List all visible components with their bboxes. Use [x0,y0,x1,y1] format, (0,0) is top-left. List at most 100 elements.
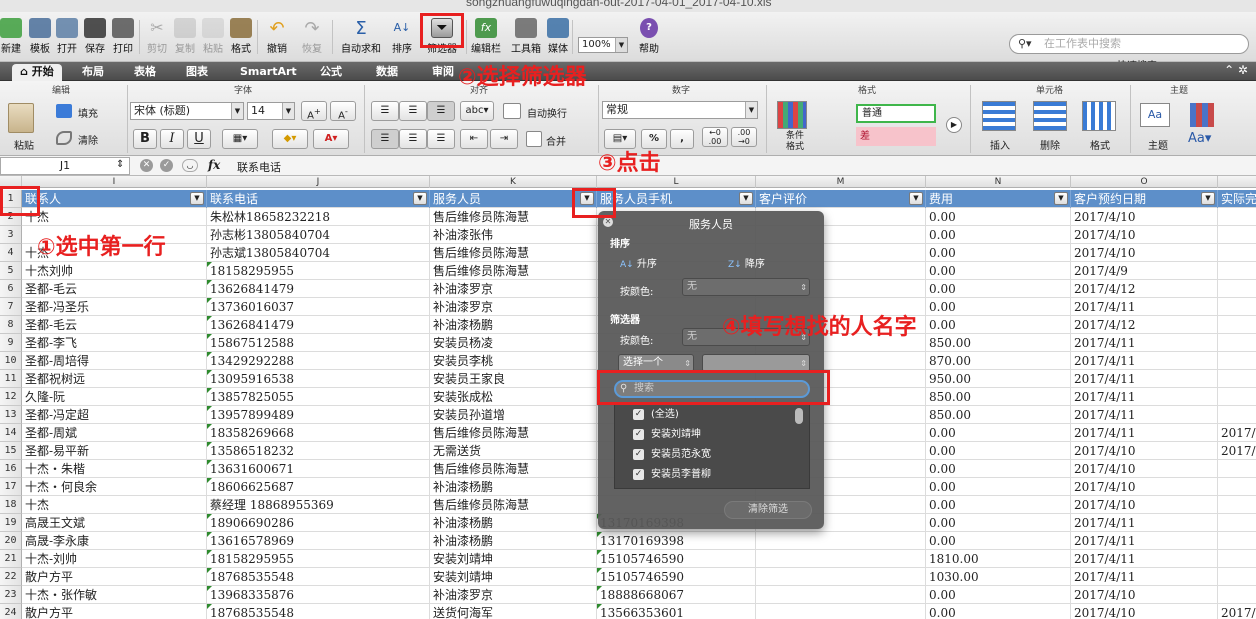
table-cell[interactable]: 2017/4/11 [1071,550,1218,568]
table-cell[interactable]: 2017/4/11 [1071,370,1218,388]
tab-home[interactable]: ⌂ 开始 [12,64,62,81]
select-all-corner[interactable] [0,176,22,188]
style-bad-swatch[interactable]: 差 [856,127,936,146]
table-cell[interactable]: 2017/ [1218,604,1256,619]
table-cell[interactable]: 2017/4/11 [1071,424,1218,442]
table-cell[interactable]: 0.00 [926,316,1071,334]
table-cell[interactable]: 送货何海军 [430,604,597,619]
table-cell[interactable]: 十杰 [22,208,207,226]
row-header[interactable]: 18 [0,496,22,514]
conditional-label[interactable]: 条件格式 [786,131,808,153]
table-cell[interactable]: 补油漆杨鹏 [430,532,597,550]
table-cell[interactable]: 2017/4/11 [1071,532,1218,550]
table-cell[interactable]: 2017/4/12 [1071,316,1218,334]
table-cell[interactable]: 圣都-毛云 [22,280,207,298]
scrollbar-thumb[interactable] [795,408,803,424]
row-header[interactable]: 9 [0,334,22,352]
column-header-M[interactable]: M [756,176,926,188]
tab-ribbon-3[interactable]: 图表 [178,64,216,81]
table-cell[interactable]: 2017/4/10 [1071,496,1218,514]
table-cell[interactable]: 圣都-李飞 [22,334,207,352]
table-cell[interactable]: 13626841479 [207,316,430,334]
header-cell[interactable]: 费用 [926,190,1071,208]
wrap-label[interactable]: 自动换行 [527,105,567,120]
table-cell[interactable]: 2017/4/10 [1071,244,1218,262]
table-row[interactable]: 散户方平 18768535548 送货何海军 13566353601 0.00 2017/… [22,604,1256,619]
sort-desc-button[interactable]: Z↓ 降序 [728,255,765,270]
table-cell[interactable]: 补油漆罗京 [430,586,597,604]
copy-toolbar-button[interactable]: 复制 [172,14,198,60]
filter-dropdown-button[interactable]: ▼ [413,192,427,205]
column-header-L[interactable]: L [597,176,756,188]
cut-toolbar-button[interactable]: ✂ 剪切 [144,14,170,60]
sheet-search-input[interactable]: ⚲▾ 在工作表中搜索 [1009,34,1249,54]
table-cell[interactable]: 十杰 [22,496,207,514]
table-cell[interactable] [1218,532,1256,550]
formulabar-toolbar-button[interactable]: fx 编辑栏 [468,14,504,60]
table-cell[interactable]: 2017/4/10 [1071,478,1218,496]
table-cell[interactable]: 售后维修员陈海慧 [430,262,597,280]
insert-cells-icon[interactable] [982,101,1016,131]
table-cell[interactable]: 安装刘靖坤 [430,550,597,568]
table-cell[interactable] [1218,352,1256,370]
table-cell[interactable]: 十杰-刘帅 [22,550,207,568]
table-cell[interactable]: 1030.00 [926,568,1071,586]
format-cells-icon[interactable] [1082,101,1116,131]
filter-dropdown-button[interactable]: ▼ [1201,192,1215,205]
paste-toolbar-button[interactable]: 粘贴 [200,14,226,60]
filter-dropdown-button[interactable]: ▼ [909,192,923,205]
eraser-icon[interactable] [56,131,72,145]
row-header[interactable]: 6 [0,280,22,298]
table-cell[interactable]: 15867512588 [207,334,430,352]
font-color-button[interactable]: A▾ [313,129,349,149]
table-cell[interactable]: 2017/4/9 [1071,262,1218,280]
row-header[interactable]: 4 [0,244,22,262]
table-cell[interactable]: 售后维修员陈海慧 [430,208,597,226]
table-cell[interactable]: 2017/4/10 [1071,604,1218,619]
table-cell[interactable]: 850.00 [926,334,1071,352]
table-cell[interactable]: 2017/4/10 [1071,208,1218,226]
table-cell[interactable]: 2017/4/10 [1071,226,1218,244]
italic-button[interactable]: I [160,129,184,149]
underline-button[interactable]: U [187,129,211,149]
help-toolbar-button[interactable]: ? 帮助 [634,14,664,60]
paste-icon[interactable] [8,103,34,133]
wrap-text-icon[interactable] [503,103,521,119]
outdent-button[interactable]: ⇤ [460,129,488,149]
table-cell[interactable] [756,586,926,604]
table-cell[interactable]: 0.00 [926,424,1071,442]
filter-toolbar-button[interactable]: ⏷ 筛选器 [420,14,464,60]
table-cell[interactable] [1218,388,1256,406]
table-cell[interactable]: 0.00 [926,460,1071,478]
media-toolbar-button[interactable]: 媒体 [544,14,572,60]
table-cell[interactable]: 散户方平 [22,604,207,619]
align-middle-button[interactable]: ☰ [399,101,427,121]
redo-toolbar-button[interactable]: ↷ 恢复 [298,14,326,60]
template-toolbar-button[interactable]: 模板 [26,14,54,60]
table-cell[interactable]: 18906690286 [207,514,430,532]
table-cell[interactable]: 0.00 [926,586,1071,604]
conditional-format-icon[interactable] [777,101,807,129]
tab-ribbon-6[interactable]: 数据 [368,64,406,81]
table-cell[interactable] [756,604,926,619]
column-header-J[interactable]: J [207,176,430,188]
row-header[interactable]: 21 [0,550,22,568]
row-header[interactable]: 16 [0,460,22,478]
table-cell[interactable]: 2017/4/11 [1071,298,1218,316]
table-cell[interactable]: 孙志彬13805840704 [207,226,430,244]
table-cell[interactable]: 圣都祝树远 [22,370,207,388]
table-cell[interactable] [1218,334,1256,352]
table-cell[interactable]: 13095916538 [207,370,430,388]
autosum-toolbar-button[interactable]: Σ 自动求和 [337,14,385,60]
header-cell[interactable]: 联系人 [22,190,207,208]
table-cell[interactable]: 圣都-周培得 [22,352,207,370]
confirm-icon[interactable]: ✓ [160,159,173,172]
table-cell[interactable]: 安装张成松 [430,388,597,406]
table-cell[interactable]: 2017/4/11 [1071,568,1218,586]
table-cell[interactable]: 高晟王文斌 [22,514,207,532]
increase-decimal-button[interactable]: ←0.00 [702,127,728,147]
table-cell[interactable] [1218,262,1256,280]
table-cell[interactable]: 2017/4/11 [1071,352,1218,370]
table-cell[interactable]: 安装员李桃 [430,352,597,370]
format-toolbar-button[interactable]: 格式 [228,14,254,60]
